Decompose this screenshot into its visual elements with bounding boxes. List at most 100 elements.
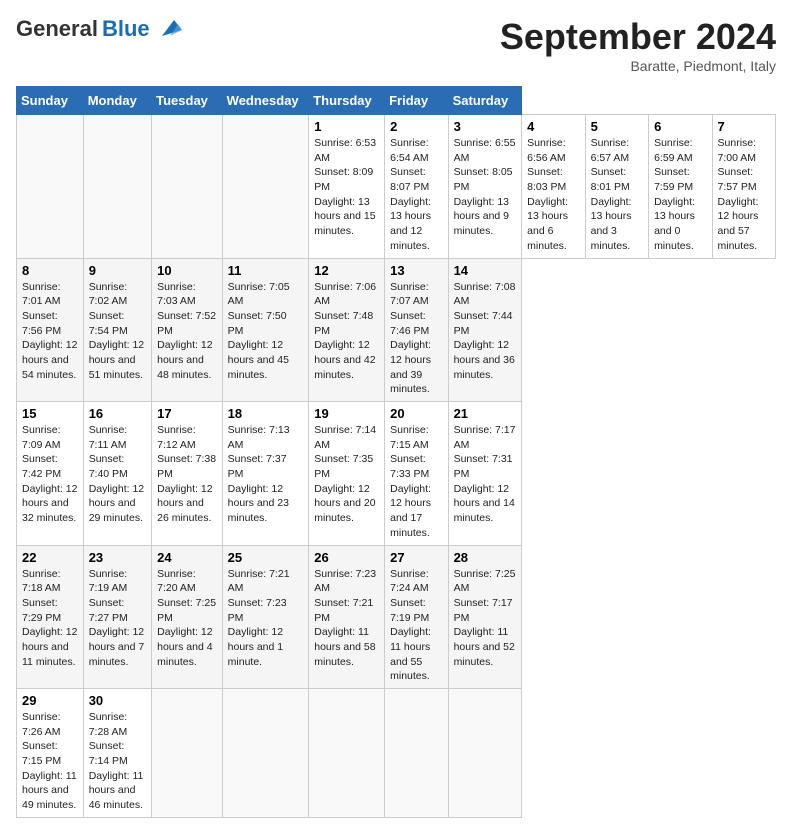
calendar-cell: 23 Sunrise: 7:19 AMSunset: 7:27 PMDayligh… [83, 545, 151, 689]
column-header-wednesday: Wednesday [222, 87, 309, 115]
logo-icon [154, 18, 182, 40]
calendar-cell: 9 Sunrise: 7:02 AMSunset: 7:54 PMDaylight… [83, 258, 151, 402]
calendar-week-3: 15 Sunrise: 7:09 AMSunset: 7:42 PMDayligh… [17, 402, 776, 546]
calendar-cell [17, 115, 84, 259]
day-info: Sunrise: 7:09 AMSunset: 7:42 PMDaylight:… [22, 423, 78, 526]
day-info: Sunrise: 7:21 AMSunset: 7:23 PMDaylight:… [228, 567, 304, 670]
calendar-cell [448, 689, 522, 818]
day-info: Sunrise: 7:24 AMSunset: 7:19 PMDaylight:… [390, 567, 442, 685]
day-info: Sunrise: 7:26 AMSunset: 7:15 PMDaylight:… [22, 710, 78, 813]
day-number: 10 [157, 263, 217, 278]
calendar-cell: 24 Sunrise: 7:20 AMSunset: 7:25 PMDayligh… [152, 545, 223, 689]
day-number: 4 [527, 119, 579, 134]
logo-general: General [16, 16, 98, 42]
day-info: Sunrise: 7:00 AMSunset: 7:57 PMDaylight:… [718, 136, 770, 254]
calendar-cell [385, 689, 448, 818]
calendar-cell: 11 Sunrise: 7:05 AMSunset: 7:50 PMDayligh… [222, 258, 309, 402]
day-info: Sunrise: 7:02 AMSunset: 7:54 PMDaylight:… [89, 280, 146, 383]
day-number: 1 [314, 119, 379, 134]
day-info: Sunrise: 7:13 AMSunset: 7:37 PMDaylight:… [228, 423, 304, 526]
day-number: 14 [454, 263, 517, 278]
calendar-cell [152, 689, 223, 818]
day-info: Sunrise: 7:23 AMSunset: 7:21 PMDaylight:… [314, 567, 379, 670]
day-number: 17 [157, 406, 217, 421]
day-number: 5 [591, 119, 643, 134]
day-number: 9 [89, 263, 146, 278]
day-number: 21 [454, 406, 517, 421]
day-number: 22 [22, 550, 78, 565]
calendar-cell: 16 Sunrise: 7:11 AMSunset: 7:40 PMDayligh… [83, 402, 151, 546]
day-number: 23 [89, 550, 146, 565]
day-number: 8 [22, 263, 78, 278]
day-number: 15 [22, 406, 78, 421]
day-info: Sunrise: 7:03 AMSunset: 7:52 PMDaylight:… [157, 280, 217, 383]
page-header: General Blue September 2024 Baratte, Pie… [16, 16, 776, 74]
day-info: Sunrise: 7:20 AMSunset: 7:25 PMDaylight:… [157, 567, 217, 670]
calendar-cell [222, 689, 309, 818]
column-header-sunday: Sunday [17, 87, 84, 115]
calendar-cell: 5 Sunrise: 6:57 AMSunset: 8:01 PMDaylight… [585, 115, 648, 259]
calendar-cell: 22 Sunrise: 7:18 AMSunset: 7:29 PMDayligh… [17, 545, 84, 689]
calendar-cell: 25Sunrise: 7:21 AMSunset: 7:23 PMDayligh… [222, 545, 309, 689]
day-info: Sunrise: 6:54 AMSunset: 8:07 PMDaylight:… [390, 136, 442, 254]
column-header-tuesday: Tuesday [152, 87, 223, 115]
calendar-cell [222, 115, 309, 259]
day-number: 16 [89, 406, 146, 421]
calendar-cell: 2 Sunrise: 6:54 AMSunset: 8:07 PMDaylight… [385, 115, 448, 259]
day-info: Sunrise: 7:01 AMSunset: 7:56 PMDaylight:… [22, 280, 78, 383]
day-info: Sunrise: 6:59 AMSunset: 7:59 PMDaylight:… [654, 136, 706, 254]
calendar-week-1: 1 Sunrise: 6:53 AMSunset: 8:09 PMDaylight… [17, 115, 776, 259]
day-number: 6 [654, 119, 706, 134]
day-number: 24 [157, 550, 217, 565]
day-info: Sunrise: 7:18 AMSunset: 7:29 PMDaylight:… [22, 567, 78, 670]
calendar-cell: 14 Sunrise: 7:08 AMSunset: 7:44 PMDayligh… [448, 258, 522, 402]
day-number: 13 [390, 263, 442, 278]
calendar-cell: 20 Sunrise: 7:15 AMSunset: 7:33 PMDayligh… [385, 402, 448, 546]
logo: General Blue [16, 16, 182, 42]
day-info: Sunrise: 7:14 AMSunset: 7:35 PMDaylight:… [314, 423, 379, 526]
column-header-saturday: Saturday [448, 87, 522, 115]
day-number: 19 [314, 406, 379, 421]
day-number: 20 [390, 406, 442, 421]
calendar-table: SundayMondayTuesdayWednesdayThursdayFrid… [16, 86, 776, 818]
calendar-cell: 28Sunrise: 7:25 AMSunset: 7:17 PMDayligh… [448, 545, 522, 689]
calendar-week-5: 29 Sunrise: 7:26 AMSunset: 7:15 PMDayligh… [17, 689, 776, 818]
location: Baratte, Piedmont, Italy [500, 58, 776, 74]
calendar-cell [83, 115, 151, 259]
column-header-monday: Monday [83, 87, 151, 115]
calendar-cell: 30Sunrise: 7:28 AMSunset: 7:14 PMDayligh… [83, 689, 151, 818]
calendar-cell: 7 Sunrise: 7:00 AMSunset: 7:57 PMDaylight… [712, 115, 775, 259]
calendar-header-row: SundayMondayTuesdayWednesdayThursdayFrid… [17, 87, 776, 115]
day-number: 12 [314, 263, 379, 278]
calendar-cell: 26 Sunrise: 7:23 AMSunset: 7:21 PMDayligh… [309, 545, 385, 689]
day-number: 3 [454, 119, 517, 134]
column-header-thursday: Thursday [309, 87, 385, 115]
day-number: 27 [390, 550, 442, 565]
day-number: 30 [89, 693, 146, 708]
calendar-cell: 4Sunrise: 6:56 AMSunset: 8:03 PMDaylight… [522, 115, 585, 259]
calendar-cell [152, 115, 223, 259]
day-info: Sunrise: 7:11 AMSunset: 7:40 PMDaylight:… [89, 423, 146, 526]
day-info: Sunrise: 7:05 AMSunset: 7:50 PMDaylight:… [228, 280, 304, 383]
calendar-cell: 1 Sunrise: 6:53 AMSunset: 8:09 PMDaylight… [309, 115, 385, 259]
calendar-cell [309, 689, 385, 818]
day-info: Sunrise: 6:57 AMSunset: 8:01 PMDaylight:… [591, 136, 643, 254]
calendar-cell: 12 Sunrise: 7:06 AMSunset: 7:48 PMDayligh… [309, 258, 385, 402]
day-info: Sunrise: 7:06 AMSunset: 7:48 PMDaylight:… [314, 280, 379, 383]
day-number: 29 [22, 693, 78, 708]
day-info: Sunrise: 7:19 AMSunset: 7:27 PMDaylight:… [89, 567, 146, 670]
day-number: 11 [228, 263, 304, 278]
calendar-cell: 21Sunrise: 7:17 AMSunset: 7:31 PMDayligh… [448, 402, 522, 546]
day-number: 26 [314, 550, 379, 565]
day-info: Sunrise: 6:53 AMSunset: 8:09 PMDaylight:… [314, 136, 379, 239]
calendar-cell: 18Sunrise: 7:13 AMSunset: 7:37 PMDayligh… [222, 402, 309, 546]
day-info: Sunrise: 7:08 AMSunset: 7:44 PMDaylight:… [454, 280, 517, 383]
day-number: 7 [718, 119, 770, 134]
day-info: Sunrise: 7:25 AMSunset: 7:17 PMDaylight:… [454, 567, 517, 670]
calendar-cell: 10 Sunrise: 7:03 AMSunset: 7:52 PMDayligh… [152, 258, 223, 402]
day-info: Sunrise: 7:15 AMSunset: 7:33 PMDaylight:… [390, 423, 442, 541]
calendar-cell: 17Sunrise: 7:12 AMSunset: 7:38 PMDayligh… [152, 402, 223, 546]
calendar-cell: 8 Sunrise: 7:01 AMSunset: 7:56 PMDaylight… [17, 258, 84, 402]
day-number: 2 [390, 119, 442, 134]
day-info: Sunrise: 6:55 AMSunset: 8:05 PMDaylight:… [454, 136, 517, 239]
